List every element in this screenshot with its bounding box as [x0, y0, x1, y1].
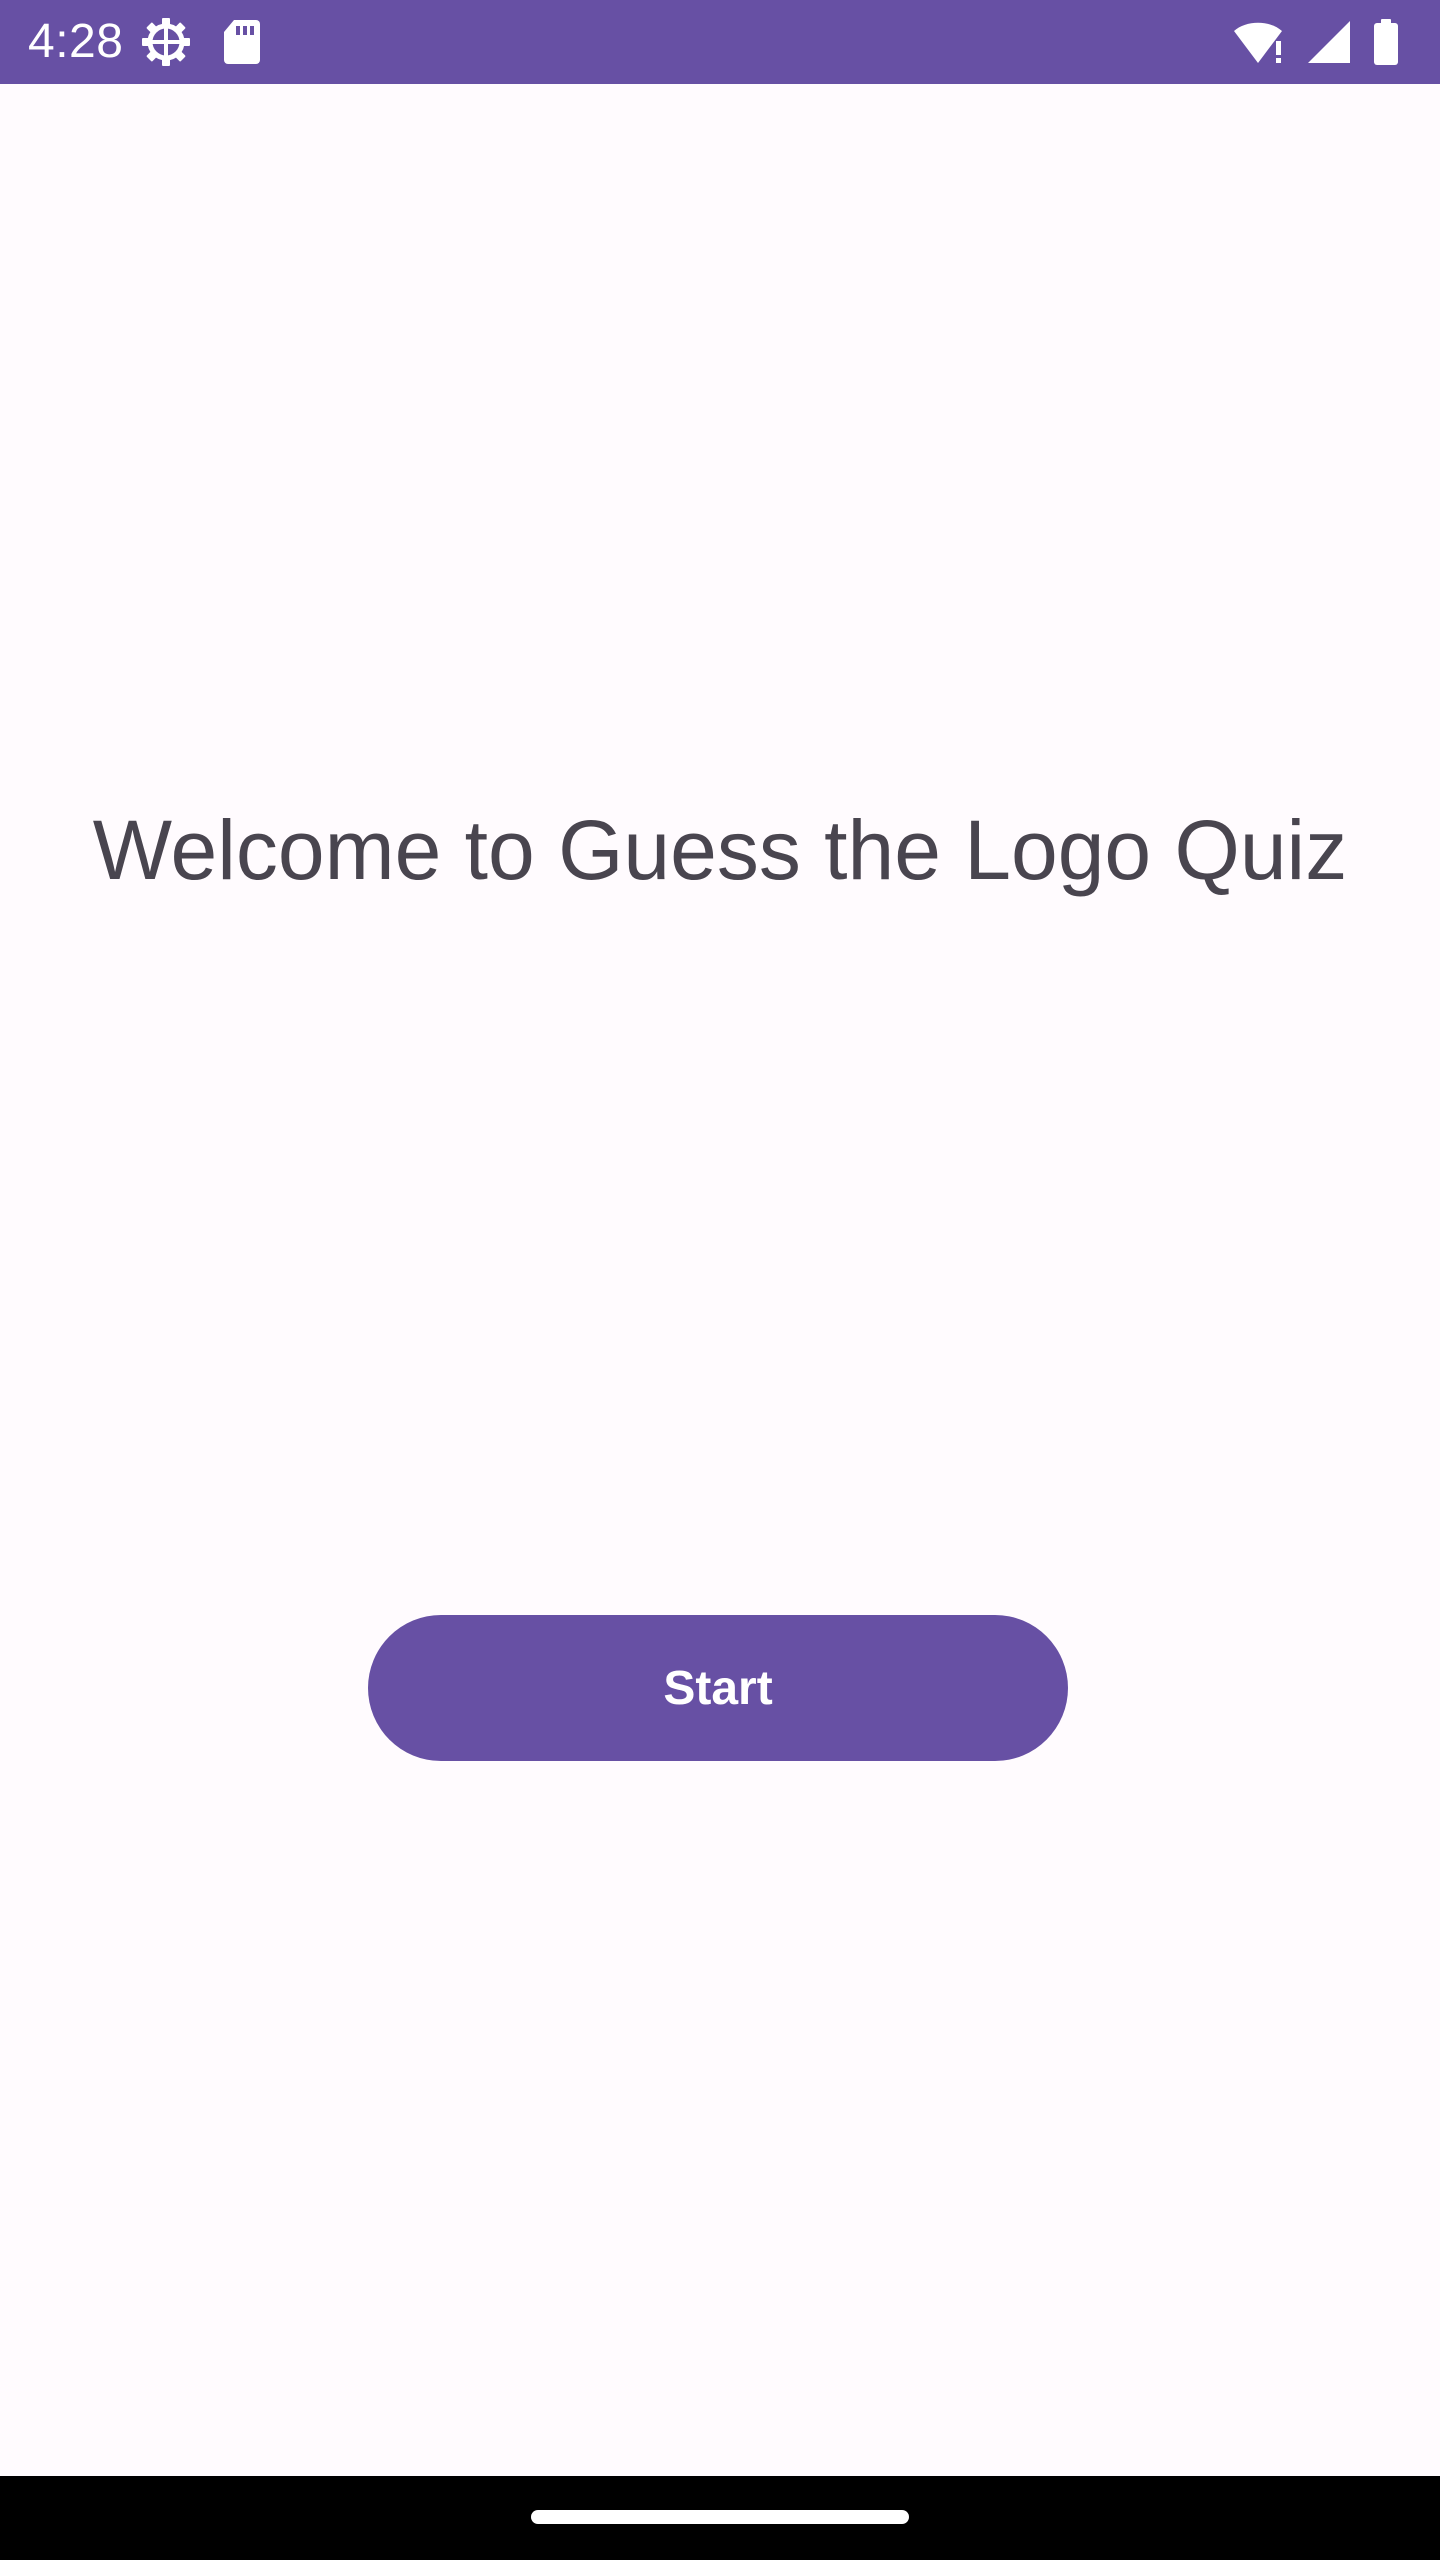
wifi-alert-icon [1232, 19, 1286, 65]
battery-icon [1372, 18, 1400, 66]
settings-gear-icon [140, 16, 192, 68]
navigation-bar [0, 2476, 1440, 2560]
status-bar: 4:28 [0, 0, 1440, 84]
cellular-signal-icon [1306, 19, 1352, 65]
status-time: 4:28 [28, 15, 124, 68]
status-left-icons [140, 16, 262, 68]
app-screen: 4:28 Welcome to Guess the Logo Quiz Star… [0, 0, 1440, 2560]
status-right-icons [1232, 16, 1400, 68]
sd-card-icon [222, 18, 262, 66]
welcome-title: Welcome to Guess the Logo Quiz [92, 803, 1348, 897]
start-button[interactable]: Start [368, 1615, 1068, 1761]
home-gesture-handle[interactable] [531, 2510, 909, 2524]
